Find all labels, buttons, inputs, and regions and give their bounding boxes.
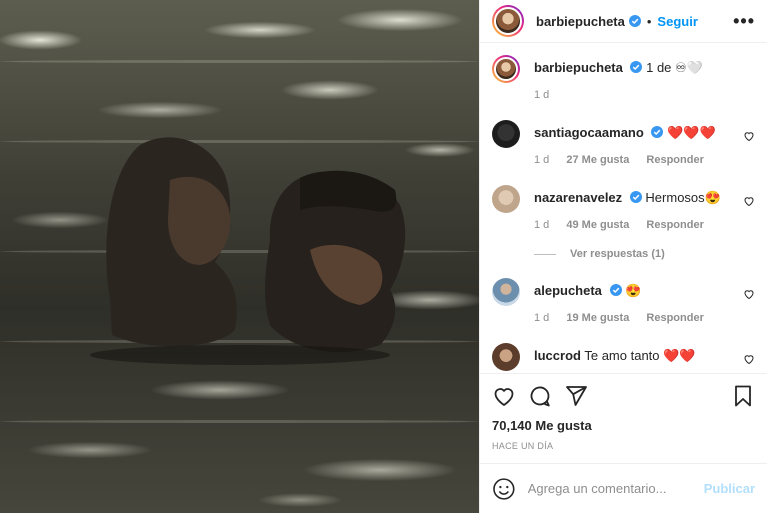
author-username[interactable]: barbiepucheta: [536, 14, 625, 29]
caption-avatar[interactable]: [492, 55, 520, 83]
comment-item: nazarenavelez Hermosos😍 1 d 49 Me gusta …: [492, 185, 755, 234]
caption: barbiepucheta 1 de ♾🤍 1 d: [492, 55, 755, 104]
verified-badge-icon: [609, 284, 622, 296]
comment-item: santiagocaamano ❤️❤️❤️ 1 d 27 Me gusta R…: [492, 120, 755, 169]
post-photo[interactable]: [0, 0, 479, 513]
verified-badge-icon: [651, 126, 664, 138]
author-avatar[interactable]: [492, 5, 524, 37]
reply-button[interactable]: Responder: [646, 219, 703, 231]
reply-button[interactable]: Responder: [646, 154, 703, 166]
post-header: barbiepucheta • Seguir •••: [480, 0, 767, 43]
publish-button[interactable]: Publicar: [704, 481, 755, 496]
commenter-avatar[interactable]: [492, 278, 520, 306]
view-replies-label: Ver respuestas (1): [570, 248, 665, 260]
emoji-icon[interactable]: [492, 477, 516, 501]
reply-button[interactable]: Responder: [646, 312, 703, 324]
verified-badge-icon: [628, 15, 641, 27]
likes-count[interactable]: 70,140 Me gusta: [492, 418, 755, 433]
commenter-username[interactable]: nazarenavelez: [534, 190, 622, 205]
share-icon[interactable]: [564, 384, 588, 408]
heart-icon[interactable]: [492, 384, 516, 408]
comment-item: luccrod Te amo tanto ❤️❤️: [492, 343, 755, 371]
caption-text: 1 de ♾🤍: [646, 60, 703, 75]
verified-badge-icon: [629, 191, 642, 203]
follow-button[interactable]: Seguir: [657, 14, 697, 29]
comment-text: ❤️❤️❤️: [667, 125, 716, 140]
couple-silhouette: [90, 137, 406, 365]
replies-divider: [534, 253, 556, 255]
commenter-username[interactable]: alepucheta: [534, 283, 602, 298]
add-comment-bar: Publicar: [480, 463, 767, 513]
comment-likes[interactable]: 49 Me gusta: [566, 219, 629, 231]
commenter-avatar[interactable]: [492, 185, 520, 213]
post-side-panel: barbiepucheta • Seguir ••• barbiepucheta…: [479, 0, 767, 513]
post-time[interactable]: HACE UN DÍA: [492, 441, 755, 463]
action-bar: [492, 374, 755, 418]
comments-list[interactable]: barbiepucheta 1 de ♾🤍 1 d santiagocaaman…: [480, 43, 767, 373]
verified-badge-icon: [630, 61, 643, 73]
caption-time[interactable]: 1 d: [534, 89, 549, 101]
comment-text: Te amo tanto ❤️❤️: [584, 348, 696, 363]
comment-item: alepucheta 😍 1 d 19 Me gusta Responder: [492, 278, 755, 327]
like-comment-heart-icon[interactable]: [743, 195, 755, 207]
bookmark-icon[interactable]: [731, 384, 755, 408]
like-comment-heart-icon[interactable]: [743, 353, 755, 365]
comment-likes[interactable]: 19 Me gusta: [566, 312, 629, 324]
separator-dot: •: [646, 13, 652, 29]
like-comment-heart-icon[interactable]: [743, 288, 755, 300]
comment-time[interactable]: 1 d: [534, 219, 549, 231]
post-actions-section: 70,140 Me gusta HACE UN DÍA: [480, 373, 767, 463]
comment-input[interactable]: [527, 481, 704, 496]
commenter-username[interactable]: luccrod: [534, 348, 581, 363]
commenter-avatar[interactable]: [492, 120, 520, 148]
commenter-avatar[interactable]: [492, 343, 520, 371]
more-options-icon[interactable]: •••: [733, 11, 755, 32]
like-comment-heart-icon[interactable]: [743, 130, 755, 142]
commenter-username[interactable]: santiagocaamano: [534, 125, 644, 140]
caption-username[interactable]: barbiepucheta: [534, 60, 623, 75]
instagram-post: barbiepucheta • Seguir ••• barbiepucheta…: [0, 0, 767, 513]
comment-text: 😍: [625, 283, 642, 298]
view-replies-button[interactable]: Ver respuestas (1): [534, 248, 755, 260]
comment-time[interactable]: 1 d: [534, 312, 549, 324]
comment-likes[interactable]: 27 Me gusta: [566, 154, 629, 166]
comment-time[interactable]: 1 d: [534, 154, 549, 166]
comment-text: Hermosos😍: [645, 190, 721, 205]
comment-icon[interactable]: [528, 384, 552, 408]
